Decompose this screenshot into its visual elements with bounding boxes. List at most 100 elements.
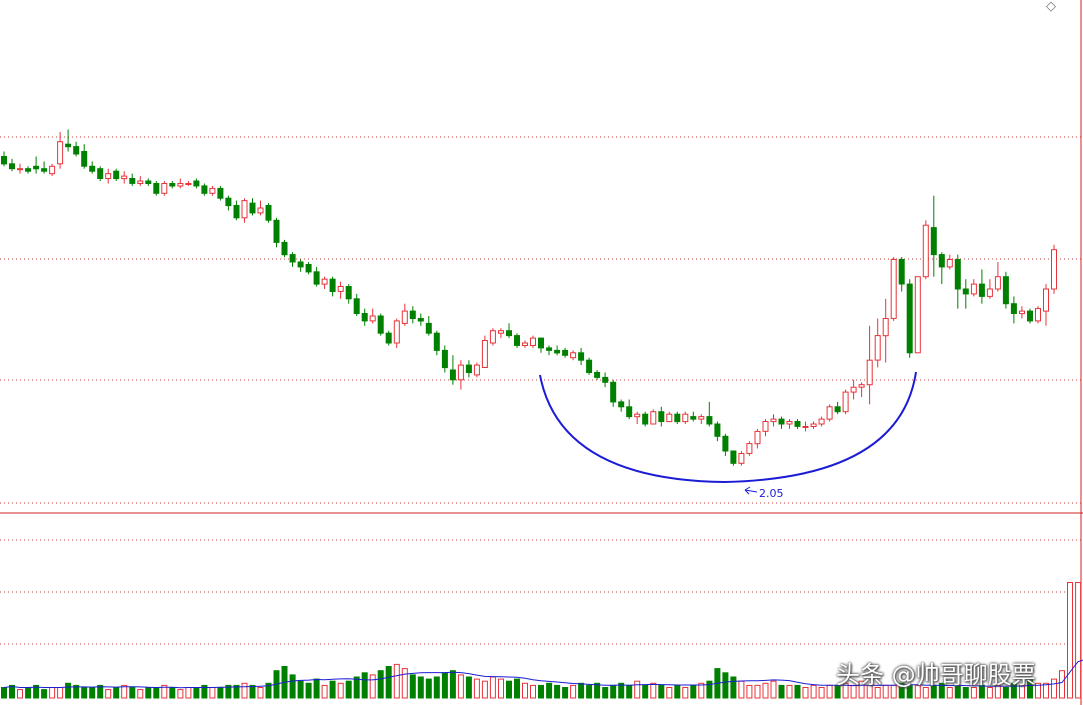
candle [818, 416, 825, 427]
candle [714, 421, 721, 442]
volume-bar [241, 682, 248, 699]
candle [810, 421, 817, 429]
volume-bar [369, 674, 376, 699]
candle [594, 370, 601, 380]
candle-body [161, 183, 168, 194]
candle [794, 419, 801, 429]
diamond-icon[interactable]: ◇ [1046, 0, 1056, 14]
volume-bar [778, 684, 785, 699]
volume-bar [137, 689, 144, 699]
candle-body [1035, 308, 1041, 322]
candle-body [522, 342, 528, 346]
candle [9, 158, 15, 172]
candle-body [393, 320, 400, 344]
candle-body [337, 286, 344, 292]
candle-body [217, 187, 224, 199]
candle-body [177, 183, 184, 187]
volume-bar [658, 684, 665, 699]
volume-bar [489, 676, 496, 699]
volume-bar [217, 687, 224, 699]
candle-body [361, 313, 368, 322]
candle [481, 335, 488, 368]
candle-body [265, 205, 272, 221]
candle [433, 330, 440, 356]
volume-bar [818, 687, 825, 699]
candle [193, 178, 200, 189]
candle-body [730, 450, 737, 464]
candle-body [1002, 276, 1009, 305]
candle-body [33, 165, 40, 170]
volume-bar [690, 684, 697, 699]
volume-bar [762, 682, 769, 699]
volume-bar [425, 678, 432, 699]
candle-body [778, 418, 785, 425]
volume-bar [522, 682, 528, 699]
candle [914, 276, 921, 354]
volume-bar [626, 684, 633, 699]
candle [514, 333, 520, 348]
candle-body [433, 332, 440, 351]
volume-bar [313, 678, 320, 699]
volume-bar [802, 687, 809, 699]
volume-bar [401, 668, 408, 699]
candle [906, 279, 913, 358]
candle [634, 411, 641, 424]
volume-bar [634, 680, 641, 699]
volume-bar [698, 682, 705, 699]
candle [177, 178, 184, 189]
candle [826, 404, 833, 422]
candle-body [145, 180, 152, 184]
volume-bar [562, 687, 569, 699]
candle [489, 328, 496, 346]
candle-body [722, 435, 729, 452]
volume-bar [185, 687, 192, 699]
candle-body [738, 453, 745, 464]
volume-bar [449, 670, 456, 699]
candle-body [506, 330, 512, 337]
volume-bar [498, 678, 504, 699]
candle [562, 347, 569, 358]
candle-body [209, 187, 216, 194]
candle [986, 279, 993, 299]
candle [946, 254, 953, 270]
volume-bar [289, 674, 296, 699]
candle [994, 262, 1001, 292]
candle [425, 316, 432, 336]
candle-body [498, 330, 504, 334]
candle-body [594, 372, 601, 378]
candle-body [449, 369, 456, 381]
candle-body [874, 335, 881, 361]
volume-bar [193, 687, 200, 699]
volume-bar [441, 672, 448, 699]
candle-body [562, 349, 569, 356]
candle [89, 161, 96, 174]
candle [465, 360, 472, 378]
candle [1002, 271, 1009, 309]
volume-bar [465, 676, 472, 699]
candle [650, 409, 657, 425]
candle [313, 266, 320, 287]
candle-body [121, 175, 128, 180]
candle [233, 200, 240, 221]
candle-body [345, 286, 352, 300]
volume-bar [1043, 682, 1049, 699]
candle-body [962, 288, 969, 295]
candle-body [602, 376, 609, 383]
candle [361, 308, 368, 326]
candle [25, 166, 32, 174]
candle [618, 399, 625, 412]
candle [281, 239, 288, 258]
volume-bar [754, 684, 761, 699]
candle [225, 195, 232, 211]
candle-body [473, 364, 480, 376]
candle-body [666, 413, 673, 423]
candle-body [650, 411, 657, 425]
candle-body [810, 423, 817, 427]
candle [113, 168, 120, 181]
candle-body [1043, 288, 1049, 312]
candle-body [794, 421, 801, 427]
candle [65, 129, 72, 152]
candle-body [978, 283, 985, 297]
candle-body [305, 264, 312, 273]
volume-bar [9, 684, 15, 699]
